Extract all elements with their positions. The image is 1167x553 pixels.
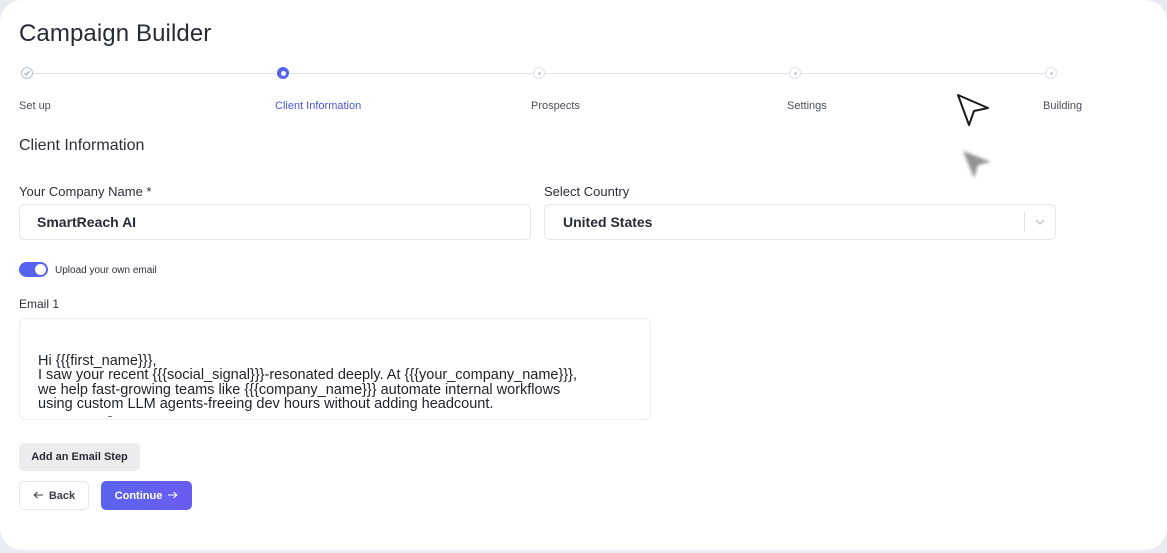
step-building-dot	[1045, 67, 1057, 79]
section-title: Client Information	[19, 137, 145, 154]
company-name-label: Your Company Name *	[19, 184, 152, 199]
step-client-information-dot[interactable]	[277, 67, 289, 79]
arrow-left-icon	[33, 490, 44, 502]
back-button-label: Back	[48, 489, 76, 502]
company-name-input[interactable]	[19, 204, 531, 240]
step-label-settings: Settings	[787, 100, 827, 112]
step-label-client-information[interactable]: Client Information	[275, 100, 361, 112]
chevron-down-icon[interactable]	[1025, 219, 1055, 225]
country-label: Select Country	[544, 184, 630, 199]
step-label-prospects: Prospects	[531, 100, 580, 112]
add-email-step-button-label: Add an Email Step	[31, 451, 128, 463]
step-label-setup[interactable]: Set up	[19, 100, 51, 112]
stepper-connector	[545, 73, 788, 74]
country-select-value: United States	[563, 214, 653, 230]
back-button[interactable]: Back	[19, 481, 89, 510]
continue-button-label: Continue	[114, 489, 163, 502]
stepper-connector	[289, 73, 532, 74]
upload-email-toggle[interactable]	[19, 262, 48, 277]
email-1-body-text: Hi {{{first_name}}}, I saw your recent {…	[38, 352, 578, 412]
email-1-body-textarea[interactable]: Hi {{{first_name}}}, I saw your recent {…	[19, 318, 651, 420]
step-label-building: Building	[1043, 100, 1083, 112]
upload-email-toggle-label: Upload your own email	[55, 265, 157, 276]
campaign-builder-card: Campaign Builder Set up Client Informati…	[0, 0, 1167, 550]
textarea-resize-handle[interactable]	[108, 416, 112, 417]
stepper-connector	[801, 73, 1044, 74]
mouse-pointer-icon	[955, 92, 991, 133]
continue-button[interactable]: Continue	[101, 481, 192, 510]
mouse-pointer-shadow-icon	[960, 148, 994, 187]
country-select[interactable]: United States	[544, 204, 1056, 240]
stepper-connector	[33, 73, 276, 74]
step-settings-dot	[789, 67, 801, 79]
arrow-right-icon	[167, 490, 178, 502]
step-setup-check-icon[interactable]	[21, 67, 33, 79]
email-1-label: Email 1	[19, 297, 60, 311]
page-title: Campaign Builder	[19, 20, 212, 47]
step-prospects-dot	[533, 67, 545, 79]
add-email-step-button[interactable]: Add an Email Step	[19, 443, 140, 471]
